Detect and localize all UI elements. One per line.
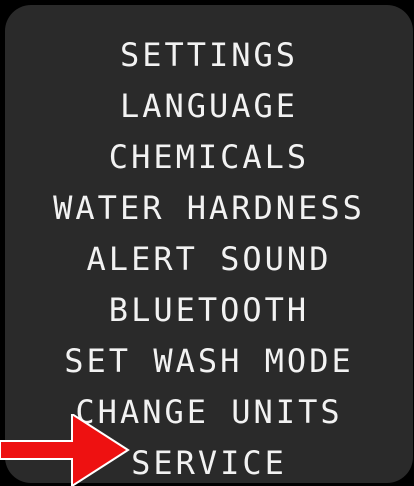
menu-item-settings[interactable]: SETTINGS [5,30,413,81]
menu-item-alert-sound[interactable]: ALERT SOUND [5,234,413,285]
menu-item-bluetooth[interactable]: BLUETOOTH [5,285,413,336]
menu-item-language[interactable]: LANGUAGE [5,81,413,132]
menu-item-set-wash-mode[interactable]: SET WASH MODE [5,336,413,387]
menu-item-chemicals[interactable]: CHEMICALS [5,132,413,183]
device-display: SETTINGS LANGUAGE CHEMICALS WATER HARDNE… [0,0,414,486]
arrow-right-icon [0,414,130,486]
menu-item-water-hardness[interactable]: WATER HARDNESS [5,183,413,234]
